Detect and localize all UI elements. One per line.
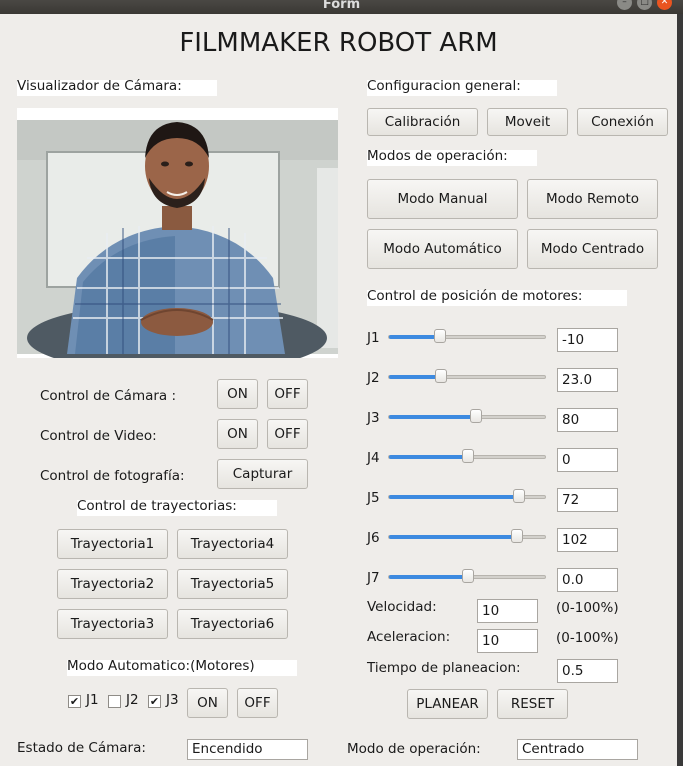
joint-1-slider[interactable] — [388, 329, 546, 343]
trajectories-title: Control de trayectorias: — [77, 498, 237, 514]
window-edge — [677, 14, 683, 766]
moveit-button[interactable]: Moveit — [487, 108, 568, 136]
auto-off-button[interactable]: OFF — [237, 688, 278, 718]
camera-on-button[interactable]: ON — [217, 379, 258, 409]
planning-time-input[interactable]: 0.5 — [557, 659, 618, 683]
camera-image — [17, 120, 338, 373]
trajectory4-button[interactable]: Trayectoria4 — [177, 529, 288, 559]
reset-button[interactable]: RESET — [497, 689, 568, 719]
remote-mode-button[interactable]: Modo Remoto — [527, 179, 658, 219]
window-title: Form — [322, 0, 361, 12]
joint-5-slider[interactable] — [388, 489, 546, 503]
acceleration-label: Aceleracion: — [367, 629, 451, 645]
joint-5-label: J5 — [367, 490, 380, 506]
auto-on-button[interactable]: ON — [187, 688, 228, 718]
slider-fill — [389, 375, 442, 379]
joint-3-value-input[interactable]: 80 — [557, 408, 618, 432]
joint-4-label: J4 — [367, 450, 380, 466]
mode-status-field: Centrado — [517, 739, 638, 760]
joint-6-label: J6 — [367, 530, 380, 546]
slider-handle[interactable] — [512, 489, 525, 503]
acceleration-range: (0-100%) — [556, 630, 619, 646]
velocity-label: Velocidad: — [367, 599, 437, 615]
trajectory2-button[interactable]: Trayectoria2 — [57, 569, 168, 599]
slider-handle[interactable] — [469, 409, 482, 423]
auto-j1-label: J1 — [86, 692, 99, 708]
joint-2-slider[interactable] — [388, 369, 546, 383]
velocity-input[interactable]: 10 — [477, 599, 538, 623]
planning-time-label: Tiempo de planeacion: — [367, 660, 521, 676]
centered-mode-button[interactable]: Modo Centrado — [527, 229, 658, 269]
joint-2-label: J2 — [367, 370, 380, 386]
camera-section-label: Visualizador de Cámara: — [17, 78, 182, 94]
joint-6-value-input[interactable]: 102 — [557, 528, 618, 552]
video-on-button[interactable]: ON — [217, 419, 258, 449]
slider-handle[interactable] — [462, 569, 474, 583]
motors-title: Control de posición de motores: — [367, 288, 583, 304]
auto-j3-checkbox[interactable]: ✔ — [148, 695, 161, 708]
joint-7-slider[interactable] — [388, 569, 546, 583]
slider-fill — [389, 455, 468, 459]
mode-status-label: Modo de operación: — [347, 741, 481, 757]
auto-j2-label: J2 — [126, 692, 139, 708]
control-photo-label: Control de fotografía: — [40, 468, 185, 484]
slider-handle[interactable] — [462, 449, 474, 463]
control-video-label: Control de Video: — [40, 428, 157, 444]
joint-4-value-input[interactable]: 0 — [557, 448, 618, 472]
trajectory3-button[interactable]: Trayectoria3 — [57, 609, 168, 639]
slider-fill — [389, 575, 468, 579]
automatic-mode-button[interactable]: Modo Automático — [367, 229, 518, 269]
joint-4-slider[interactable] — [388, 449, 546, 463]
joint-3-slider[interactable] — [388, 409, 546, 423]
slider-handle[interactable] — [510, 529, 523, 543]
joint-1-label: J1 — [367, 330, 380, 346]
camera-status-label: Estado de Cámara: — [17, 740, 146, 756]
joint-7-label: J7 — [367, 570, 380, 586]
joint-5-value-input[interactable]: 72 — [557, 488, 618, 512]
auto-j3-label: J3 — [166, 692, 179, 708]
capture-button[interactable]: Capturar — [217, 459, 308, 489]
window-titlebar[interactable]: Form – □ ✕ — [0, 0, 683, 14]
camera-status-field: Encendido — [187, 739, 308, 760]
general-config-title: Configuracion general: — [367, 78, 521, 94]
calibration-button[interactable]: Calibración — [367, 108, 478, 136]
auto-j2-checkbox[interactable] — [108, 695, 121, 708]
trajectory6-button[interactable]: Trayectoria6 — [177, 609, 288, 639]
manual-mode-button[interactable]: Modo Manual — [367, 179, 518, 219]
joint-6-slider[interactable] — [388, 529, 546, 543]
slider-fill — [389, 535, 517, 539]
plan-button[interactable]: PLANEAR — [407, 689, 488, 719]
slider-handle[interactable] — [433, 329, 446, 343]
slider-fill — [389, 335, 440, 339]
slider-handle[interactable] — [435, 369, 448, 383]
modes-title: Modos de operación: — [367, 148, 508, 164]
joint-3-label: J3 — [367, 410, 380, 426]
joint-7-value-input[interactable]: 0.0 — [557, 568, 618, 592]
slider-fill — [389, 415, 476, 419]
trajectory5-button[interactable]: Trayectoria5 — [177, 569, 288, 599]
auto-mode-title: Modo Automatico:(Motores) — [67, 658, 255, 674]
camera-off-button[interactable]: OFF — [267, 379, 308, 409]
joint-2-value-input[interactable]: 23.0 — [557, 368, 618, 392]
video-off-button[interactable]: OFF — [267, 419, 308, 449]
app-title: FILMMAKER ROBOT ARM — [179, 28, 498, 58]
velocity-range: (0-100%) — [556, 600, 619, 616]
connection-button[interactable]: Conexión — [577, 108, 668, 136]
camera-viewer — [17, 108, 338, 373]
joint-1-value-input[interactable]: -10 — [557, 328, 618, 352]
form-window: FILMMAKER ROBOT ARM Visualizador de Cáma… — [0, 14, 677, 766]
acceleration-input[interactable]: 10 — [477, 629, 538, 653]
trajectory1-button[interactable]: Trayectoria1 — [57, 529, 168, 559]
control-camera-label: Control de Cámara : — [40, 388, 177, 404]
slider-fill — [389, 495, 519, 499]
auto-j1-checkbox[interactable]: ✔ — [68, 695, 81, 708]
